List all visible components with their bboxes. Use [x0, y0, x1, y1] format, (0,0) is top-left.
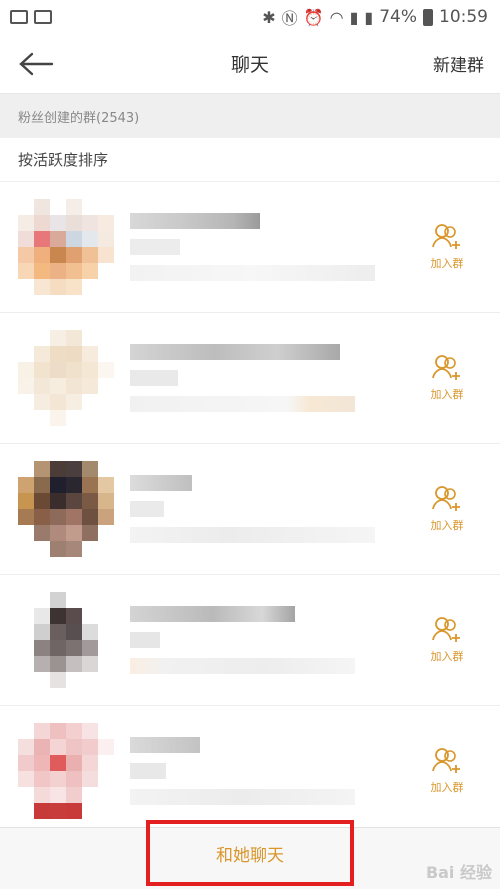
group-list: 加入群 加入群 加入群 加入群 加入群 [0, 182, 500, 837]
add-user-icon [432, 224, 460, 249]
sort-by-activity[interactable]: 按活跃度排序 [0, 138, 500, 182]
join-group-label: 加入群 [430, 781, 464, 794]
signal-4g-icon: ▮ [364, 7, 374, 27]
join-group-label: 加入群 [430, 257, 464, 270]
status-bar: ✱ Ⓝ ⏰ ◠ ▮ ▮ 74% 10:59 [0, 0, 500, 34]
chat-with-her-button[interactable]: 和她聊天 [146, 820, 354, 886]
add-user-icon [432, 355, 460, 380]
bottom-bar: 和她聊天 Bai 经验 [0, 820, 500, 889]
alarm-icon: ⏰ [303, 7, 324, 27]
group-avatar [18, 592, 114, 688]
gallery-icon [10, 10, 28, 24]
group-item[interactable]: 加入群 [0, 444, 500, 575]
header: 聊天 新建群 [0, 34, 500, 94]
group-item[interactable]: 加入群 [0, 706, 500, 837]
wifi-icon: ◠ [329, 7, 344, 27]
add-user-icon [432, 486, 460, 511]
join-group-label: 加入群 [430, 519, 464, 532]
bluetooth-icon: ✱ [262, 7, 276, 27]
group-info-blurred [114, 213, 420, 281]
section-header: 粉丝创建的群(2543) [0, 94, 500, 138]
group-avatar [18, 199, 114, 295]
add-user-icon [432, 617, 460, 642]
group-avatar [18, 330, 114, 426]
group-avatar [18, 723, 114, 819]
baidu-watermark: Bai 经验 [425, 863, 492, 882]
group-item[interactable]: 加入群 [0, 575, 500, 706]
add-user-icon [432, 748, 460, 773]
signal-icon: ▮ [349, 7, 359, 27]
join-group-button[interactable]: 加入群 [420, 223, 474, 271]
join-group-button[interactable]: 加入群 [420, 485, 474, 533]
group-info-blurred [114, 475, 420, 543]
clock: 10:59 [439, 7, 488, 27]
page-title: 聊天 [230, 54, 270, 76]
status-left [10, 10, 52, 24]
group-info-blurred [114, 606, 420, 674]
join-group-button[interactable]: 加入群 [420, 616, 474, 664]
battery-percent: 74% [379, 7, 417, 27]
group-info-blurred [114, 344, 420, 412]
new-group-button[interactable]: 新建群 [433, 51, 484, 76]
group-info-blurred [114, 737, 420, 805]
nfc-icon: Ⓝ [281, 9, 298, 28]
group-item[interactable]: 加入群 [0, 182, 500, 313]
screenshot-icon [34, 10, 52, 24]
join-group-button[interactable]: 加入群 [420, 747, 474, 795]
join-group-label: 加入群 [430, 388, 464, 401]
join-group-label: 加入群 [430, 650, 464, 663]
join-group-button[interactable]: 加入群 [420, 354, 474, 402]
group-avatar [18, 461, 114, 557]
status-right: ✱ Ⓝ ⏰ ◠ ▮ ▮ 74% 10:59 [262, 5, 488, 29]
back-arrow-icon[interactable] [18, 44, 58, 84]
battery-icon [423, 8, 433, 26]
group-item[interactable]: 加入群 [0, 313, 500, 444]
